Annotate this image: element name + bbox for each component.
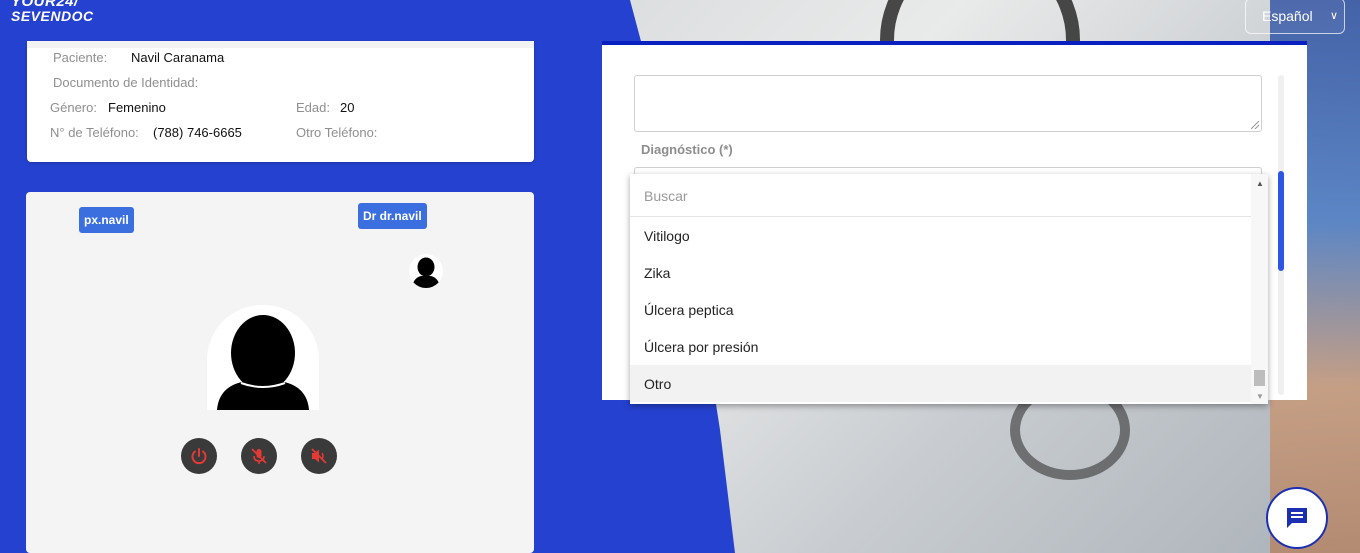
video-call-panel: px.navil Dr dr.navil [26, 192, 534, 553]
dropdown-search-input[interactable]: Buscar [630, 174, 1251, 217]
scroll-up-icon[interactable]: ▲ [1256, 179, 1264, 188]
dropdown-option[interactable]: Zika [630, 254, 1251, 291]
form-scrollbar-thumb[interactable] [1278, 171, 1284, 271]
dropdown-option-highlighted[interactable]: Otro [630, 365, 1251, 402]
dropdown-option[interactable]: Úlcera por presión [630, 328, 1251, 365]
chevron-down-icon: ∨ [1329, 10, 1338, 22]
logo-line2: SEVENDOC [11, 8, 94, 24]
chat-icon [1287, 508, 1307, 528]
age-value: 20 [340, 100, 355, 115]
power-icon [191, 448, 207, 465]
form-scrollbar[interactable] [1278, 75, 1284, 395]
dropdown-scrollbar-thumb[interactable] [1254, 370, 1265, 386]
mic-off-icon [251, 448, 267, 464]
end-call-button[interactable] [181, 438, 217, 474]
patient-info-card: Paciente: Navil Caranama Documento de Id… [27, 41, 534, 162]
patient-name-value: Navil Caranama [131, 50, 225, 65]
volume-off-icon [311, 448, 327, 464]
dropdown-scrollbar[interactable]: ▲ ▼ [1251, 174, 1268, 404]
person-icon [412, 257, 440, 288]
patient-name-label: Paciente: [53, 50, 108, 65]
person-icon [217, 315, 309, 410]
patient-tag: px.navil [79, 207, 134, 233]
language-value: Español [1262, 8, 1313, 24]
scroll-down-icon[interactable]: ▼ [1256, 392, 1264, 401]
age-label: Edad: [296, 100, 330, 115]
phone-value: (788) 746-6665 [153, 125, 242, 140]
other-phone-label: Otro Teléfono: [296, 125, 378, 140]
resize-handle-icon[interactable] [1251, 121, 1259, 129]
dropdown-option[interactable]: Úlcera peptica [630, 291, 1251, 328]
diagnosis-label: Diagnóstico (*) [641, 142, 733, 157]
notes-textarea[interactable] [634, 75, 1262, 132]
language-select[interactable]: Español ∨ [1245, 0, 1345, 34]
logo: YOUR24/ SEVENDOC [11, 0, 94, 24]
gender-value: Femenino [108, 100, 166, 115]
phone-label: N° de Teléfono: [50, 125, 139, 140]
diagnosis-dropdown: Buscar Vitilogo Zika Úlcera peptica Úlce… [630, 174, 1268, 404]
doctor-avatar [409, 254, 443, 288]
mute-speaker-button[interactable] [301, 438, 337, 474]
mute-mic-button[interactable] [241, 438, 277, 474]
gender-label: Género: [50, 100, 97, 115]
doctor-tag: Dr dr.navil [358, 203, 427, 229]
patient-avatar [207, 305, 319, 410]
dropdown-option[interactable]: Vitilogo [630, 217, 1251, 254]
chat-button[interactable] [1266, 487, 1328, 549]
id-document-label: Documento de Identidad: [53, 75, 199, 90]
